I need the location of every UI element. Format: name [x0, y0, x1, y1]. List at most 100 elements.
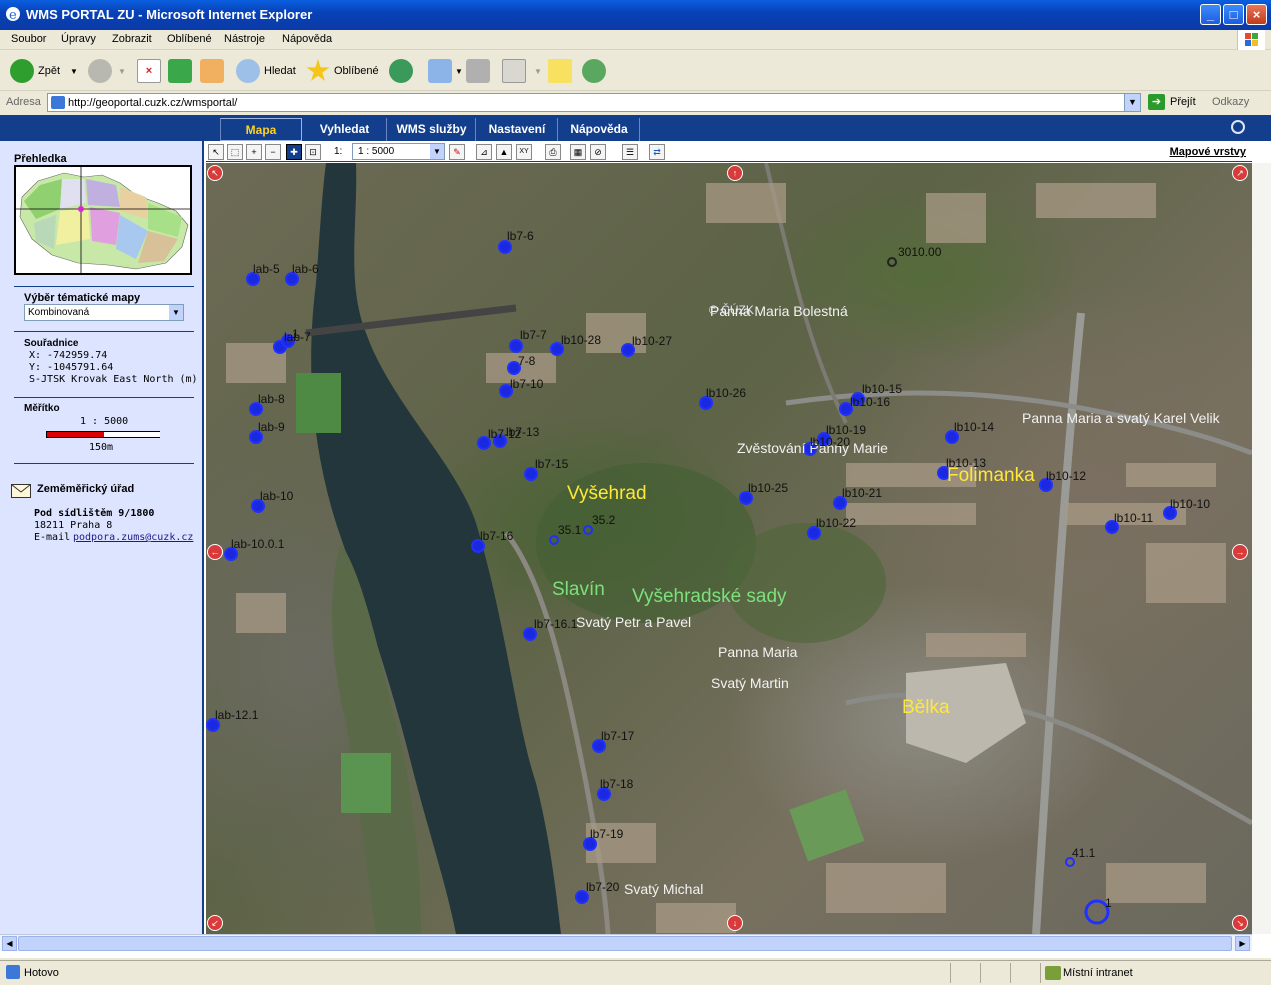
scroll-left-icon[interactable]: ◀	[2, 936, 17, 951]
full-extent-icon[interactable]: ⊡	[305, 144, 321, 160]
minimize-button[interactable]: _	[1200, 4, 1221, 25]
menu-zobrazit[interactable]: Zobrazit	[112, 33, 152, 45]
park-label: Slavín	[552, 579, 605, 600]
map-layers-link[interactable]: Mapové vrstvy	[1170, 146, 1246, 158]
settings-icon[interactable]	[1231, 120, 1245, 134]
home-button[interactable]	[200, 57, 224, 85]
place-label: Panna Maria a svatý Karel Velik	[1022, 410, 1220, 426]
measure-icon[interactable]: ⊿	[476, 144, 492, 160]
map-point-label: 41.1	[1072, 846, 1096, 860]
tab-mapa[interactable]: Mapa	[220, 118, 302, 141]
place-label: Panna Maria Bolestná	[710, 303, 848, 319]
theme-select[interactable]: Kombinovaná ▼	[24, 304, 184, 321]
pan-west-icon[interactable]: ←	[207, 544, 223, 560]
map-toolbar: ↖ ⬚ + − ✚ ⊡ 1: 1 : 5000 ▼ ✎ ⊿ ▲ XY ⎙ ▦ ⊘…	[206, 141, 1252, 162]
area-icon[interactable]: ▲	[496, 144, 512, 160]
maximize-button[interactable]: □	[1223, 4, 1244, 25]
stop-button[interactable]: ×	[137, 57, 161, 85]
map-point-label: lb10-10	[1170, 497, 1211, 511]
forward-dropdown-icon[interactable]: ▼	[118, 67, 126, 76]
legend-icon[interactable]: ☰	[622, 144, 638, 160]
scale-value: 1 : 5000	[80, 416, 129, 427]
map-point-label: 7-8	[518, 354, 536, 368]
mail-dropdown-icon[interactable]: ▼	[455, 67, 463, 76]
menu-upravy[interactable]: Úpravy	[61, 33, 96, 45]
tab-vyhledat[interactable]: Vyhledat	[303, 118, 387, 141]
back-dropdown-icon[interactable]: ▼	[70, 67, 78, 76]
tab-wms-sluzby[interactable]: WMS služby	[388, 118, 476, 141]
refresh-button[interactable]	[168, 57, 192, 85]
email-link[interactable]: podpora.zums@cuzk.cz	[73, 532, 193, 543]
map-point-label: lab-8	[258, 392, 285, 406]
close-button[interactable]: ×	[1246, 4, 1267, 25]
map-point-label: lb7-13	[506, 425, 540, 439]
pan-northwest-icon[interactable]: ↖	[207, 165, 223, 181]
pan-east-icon[interactable]: →	[1232, 544, 1248, 560]
map-point-label: 1	[292, 327, 299, 341]
pan-south-icon[interactable]: ↓	[727, 915, 743, 931]
coordinates-icon[interactable]: XY	[516, 144, 532, 160]
address-input[interactable]: http://geoportal.cuzk.cz/wmsportal/ ▼	[47, 93, 1141, 112]
map-point-label: lb7-16	[480, 529, 514, 543]
print-map-icon[interactable]: ⎙	[545, 144, 561, 160]
address-label: Adresa	[6, 96, 41, 108]
go-button[interactable]: ➔ Přejít	[1148, 94, 1196, 110]
go-arrow-icon: ➔	[1148, 94, 1165, 110]
search-button[interactable]: Hledat	[236, 57, 296, 85]
map-point-label: lb10-25	[748, 481, 789, 495]
chevron-down-icon: ▼	[430, 144, 444, 159]
messenger-icon	[582, 59, 606, 83]
tab-nastaveni[interactable]: Nastavení	[477, 118, 558, 141]
address-dropdown-icon[interactable]: ▼	[1124, 94, 1140, 111]
browser-toolbar: Zpět ▼ ▼ × Hledat Oblíbené ▼ ▼	[0, 51, 1271, 91]
district-label: Vyšehrad	[567, 483, 647, 504]
history-button[interactable]	[389, 57, 413, 85]
back-button[interactable]: Zpět ▼	[10, 57, 78, 85]
horizontal-scrollbar[interactable]: ◀ ▶	[0, 934, 1252, 951]
discuss-button[interactable]	[548, 57, 572, 85]
edit-dropdown-icon[interactable]: ▼	[534, 67, 542, 76]
scroll-thumb[interactable]	[18, 936, 1232, 951]
map-point-label: lab-10.0.1	[231, 537, 285, 551]
menu-napoveda[interactable]: Nápověda	[282, 33, 332, 45]
refresh-map-icon[interactable]: ⇄	[649, 144, 665, 160]
menu-soubor[interactable]: Soubor	[11, 33, 46, 45]
pointer-tool-icon[interactable]: ↖	[208, 144, 224, 160]
links-label[interactable]: Odkazy	[1212, 96, 1249, 108]
place-label: Svatý Petr a Pavel	[576, 614, 692, 630]
menu-nastroje[interactable]: Nástroje	[224, 33, 265, 45]
zoom-box-tool-icon[interactable]: ⬚	[227, 144, 243, 160]
map-point-label: lb7-18	[600, 777, 634, 791]
scale-select[interactable]: 1 : 5000 ▼	[352, 143, 445, 160]
map-point-label: lb10-16	[850, 395, 891, 409]
menu-oblibene[interactable]: Oblíbené	[167, 33, 212, 45]
map-point-label: lb7-16.1	[534, 617, 578, 631]
pan-southwest-icon[interactable]: ↙	[207, 915, 223, 931]
pan-north-icon[interactable]: ↑	[727, 165, 743, 181]
map-point-label: lb7-20	[586, 880, 620, 894]
pan-northeast-icon[interactable]: ↗	[1232, 165, 1248, 181]
vertical-scrollbar[interactable]	[1252, 163, 1271, 934]
messenger-button[interactable]	[582, 57, 606, 85]
zoom-out-icon[interactable]: −	[265, 144, 281, 160]
menu-bar: Soubor Úpravy Zobrazit Oblíbené Nástroje…	[0, 30, 1271, 50]
mail-button[interactable]: ▼	[428, 57, 463, 85]
print-button[interactable]	[466, 57, 490, 85]
scroll-right-icon[interactable]: ▶	[1235, 936, 1250, 951]
pan-southeast-icon[interactable]: ↘	[1232, 915, 1248, 931]
zoom-in-icon[interactable]: +	[246, 144, 262, 160]
pan-tool-icon[interactable]: ✚	[286, 144, 302, 160]
favorites-button[interactable]: Oblíbené	[306, 57, 379, 85]
overview-map[interactable]	[14, 165, 192, 275]
scale-bar	[46, 431, 160, 438]
edit-button[interactable]: ▼	[502, 57, 542, 85]
grid-icon[interactable]: ▦	[570, 144, 586, 160]
forward-button[interactable]: ▼	[88, 57, 126, 85]
no-tool-icon[interactable]: ⊘	[590, 144, 606, 160]
eraser-icon[interactable]: ✎	[449, 144, 465, 160]
scale-title: Měřítko	[24, 403, 60, 414]
map-view[interactable]: © ČÚZK Panna Maria Bolestná Zvěstování P…	[206, 163, 1252, 934]
map-point-marker[interactable]	[887, 257, 897, 267]
tab-napoveda[interactable]: Nápověda	[559, 118, 640, 141]
print-icon	[466, 59, 490, 83]
